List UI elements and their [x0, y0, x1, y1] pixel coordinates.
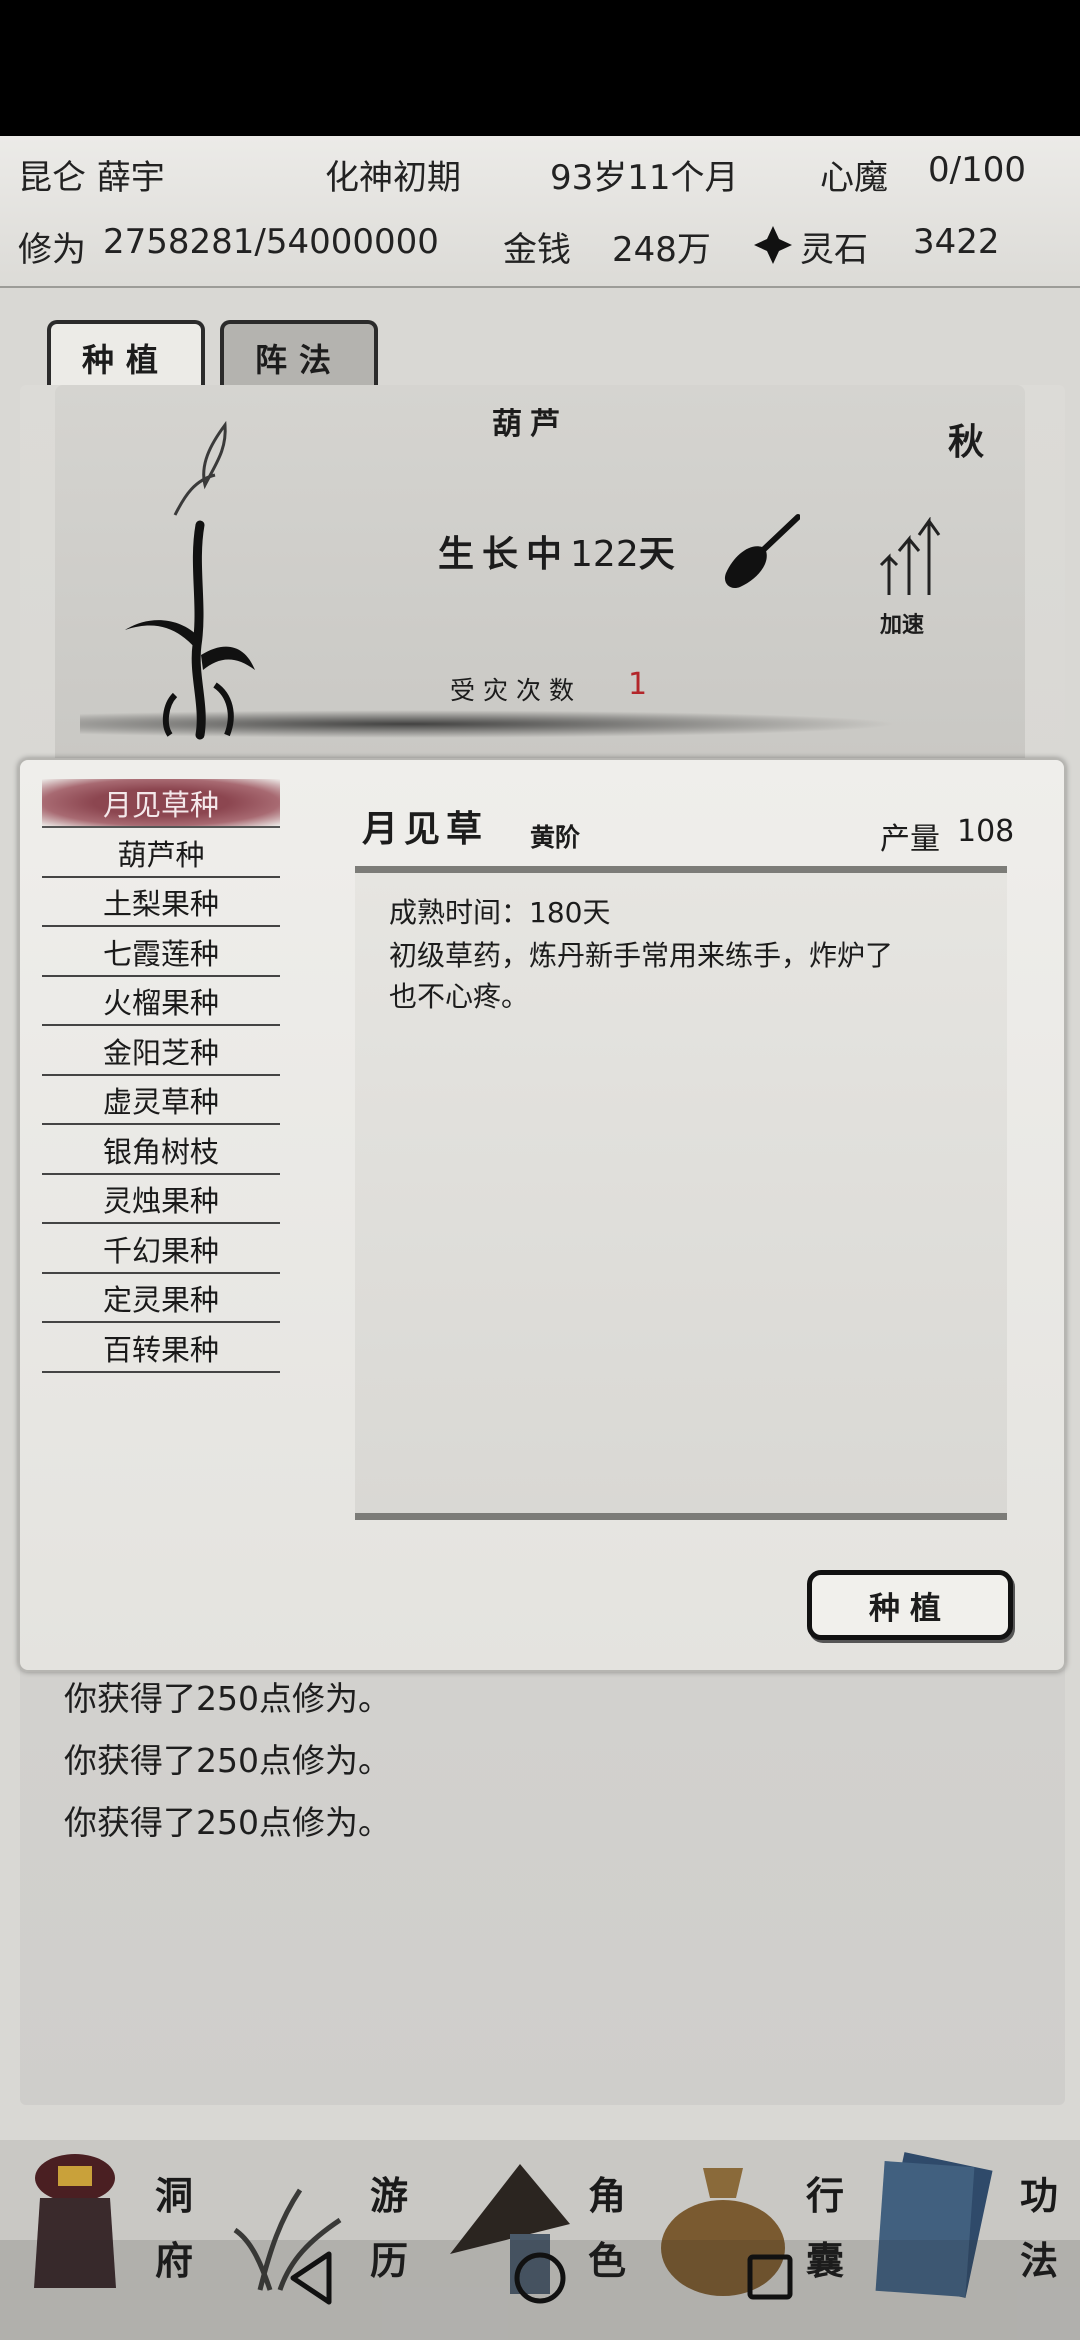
plant-button[interactable]: 种植: [807, 1570, 1013, 1640]
seed-item[interactable]: 虚灵草种: [42, 1076, 280, 1125]
speedup-icon[interactable]: [875, 516, 945, 597]
disaster-label: 受灾次数: [450, 676, 583, 705]
seed-grade: 黄阶: [530, 823, 581, 852]
back-icon[interactable]: [285, 2248, 335, 2308]
yield-label: 产量: [880, 822, 940, 857]
selected-seed-name: 月见草: [362, 808, 489, 850]
money-value: 248万: [612, 230, 711, 270]
seed-description-box: 成熟时间：180天 初级草药，炼丹新手常用来练手，炸炉了 也不心疼。: [355, 866, 1007, 1520]
spirit-stone-label: 灵石: [800, 230, 868, 270]
nav-technique-top[interactable]: 功: [1020, 2165, 1058, 2220]
demon-value: 0/100: [928, 150, 1026, 190]
farm-plot: 葫芦 秋 生长中122天 加速 受灾次数 1: [55, 385, 1025, 765]
seed-item[interactable]: 火榴果种: [42, 977, 280, 1026]
shovel-icon[interactable]: [720, 513, 801, 593]
growth-status: 生长中: [438, 533, 571, 575]
description-line-2: 也不心疼。: [389, 980, 530, 1013]
status-bar: [0, 0, 1080, 136]
log-line: 你获得了250点修为。: [64, 1741, 391, 1780]
realm-text: 化神初期: [325, 158, 461, 198]
log-line: 你获得了250点修为。: [64, 1803, 391, 1842]
nav-travel-top[interactable]: 游: [370, 2165, 408, 2220]
system-nav-bar: [0, 2240, 1080, 2340]
seed-item[interactable]: 七霞莲种: [42, 928, 280, 977]
seed-item[interactable]: 葫芦种: [42, 829, 280, 878]
seed-item[interactable]: 金阳芝种: [42, 1027, 280, 1076]
seed-item[interactable]: 月见草种: [42, 779, 280, 828]
cultivation-value: 2758281/54000000: [103, 222, 439, 262]
tab-formation[interactable]: 阵法: [220, 320, 378, 392]
nav-cave-top[interactable]: 洞: [155, 2165, 193, 2220]
ink-ground-stroke: [80, 710, 900, 738]
tab-planting[interactable]: 种植: [47, 320, 205, 392]
yield-value: 108: [957, 814, 1015, 849]
description-line-1: 初级草药，炼丹新手常用来练手，炸炉了: [389, 939, 894, 972]
spirit-stone-value: 3422: [913, 222, 1000, 262]
seed-item[interactable]: 银角树枝: [42, 1126, 280, 1175]
seed-item[interactable]: 灵烛果种: [42, 1175, 280, 1224]
spirit-stone-icon: [752, 224, 794, 266]
recents-icon[interactable]: [745, 2252, 795, 2302]
growth-days-unit: 天: [638, 533, 675, 575]
seed-item[interactable]: 土梨果种: [42, 878, 280, 927]
disaster-count: 1: [628, 667, 648, 702]
money-label: 金钱: [503, 230, 571, 270]
season-text: 秋: [948, 421, 985, 463]
cultivation-label: 修为: [18, 230, 86, 270]
seed-item[interactable]: 百转果种: [42, 1324, 280, 1373]
speedup-label[interactable]: 加速: [880, 607, 924, 639]
plant-ink-icon: [115, 405, 315, 745]
mature-time: 成熟时间：180天: [389, 896, 611, 929]
seed-item[interactable]: 千幻果种: [42, 1225, 280, 1274]
seed-item[interactable]: 定灵果种: [42, 1274, 280, 1323]
age-text: 93岁11个月: [550, 158, 739, 198]
growth-days: 122: [570, 534, 639, 575]
log-line: 你获得了250点修为。: [64, 1679, 391, 1718]
home-icon[interactable]: [512, 2250, 568, 2306]
crop-name: 葫芦: [492, 407, 568, 442]
character-header: 昆仑 薛宇 化神初期 93岁11个月 心魔 0/100 修为 2758281/5…: [0, 136, 1080, 288]
nav-character-top[interactable]: 角: [588, 2165, 626, 2220]
character-name: 昆仑 薛宇: [18, 158, 165, 198]
demon-label: 心魔: [820, 158, 888, 198]
nav-bag-top[interactable]: 行: [806, 2165, 844, 2220]
